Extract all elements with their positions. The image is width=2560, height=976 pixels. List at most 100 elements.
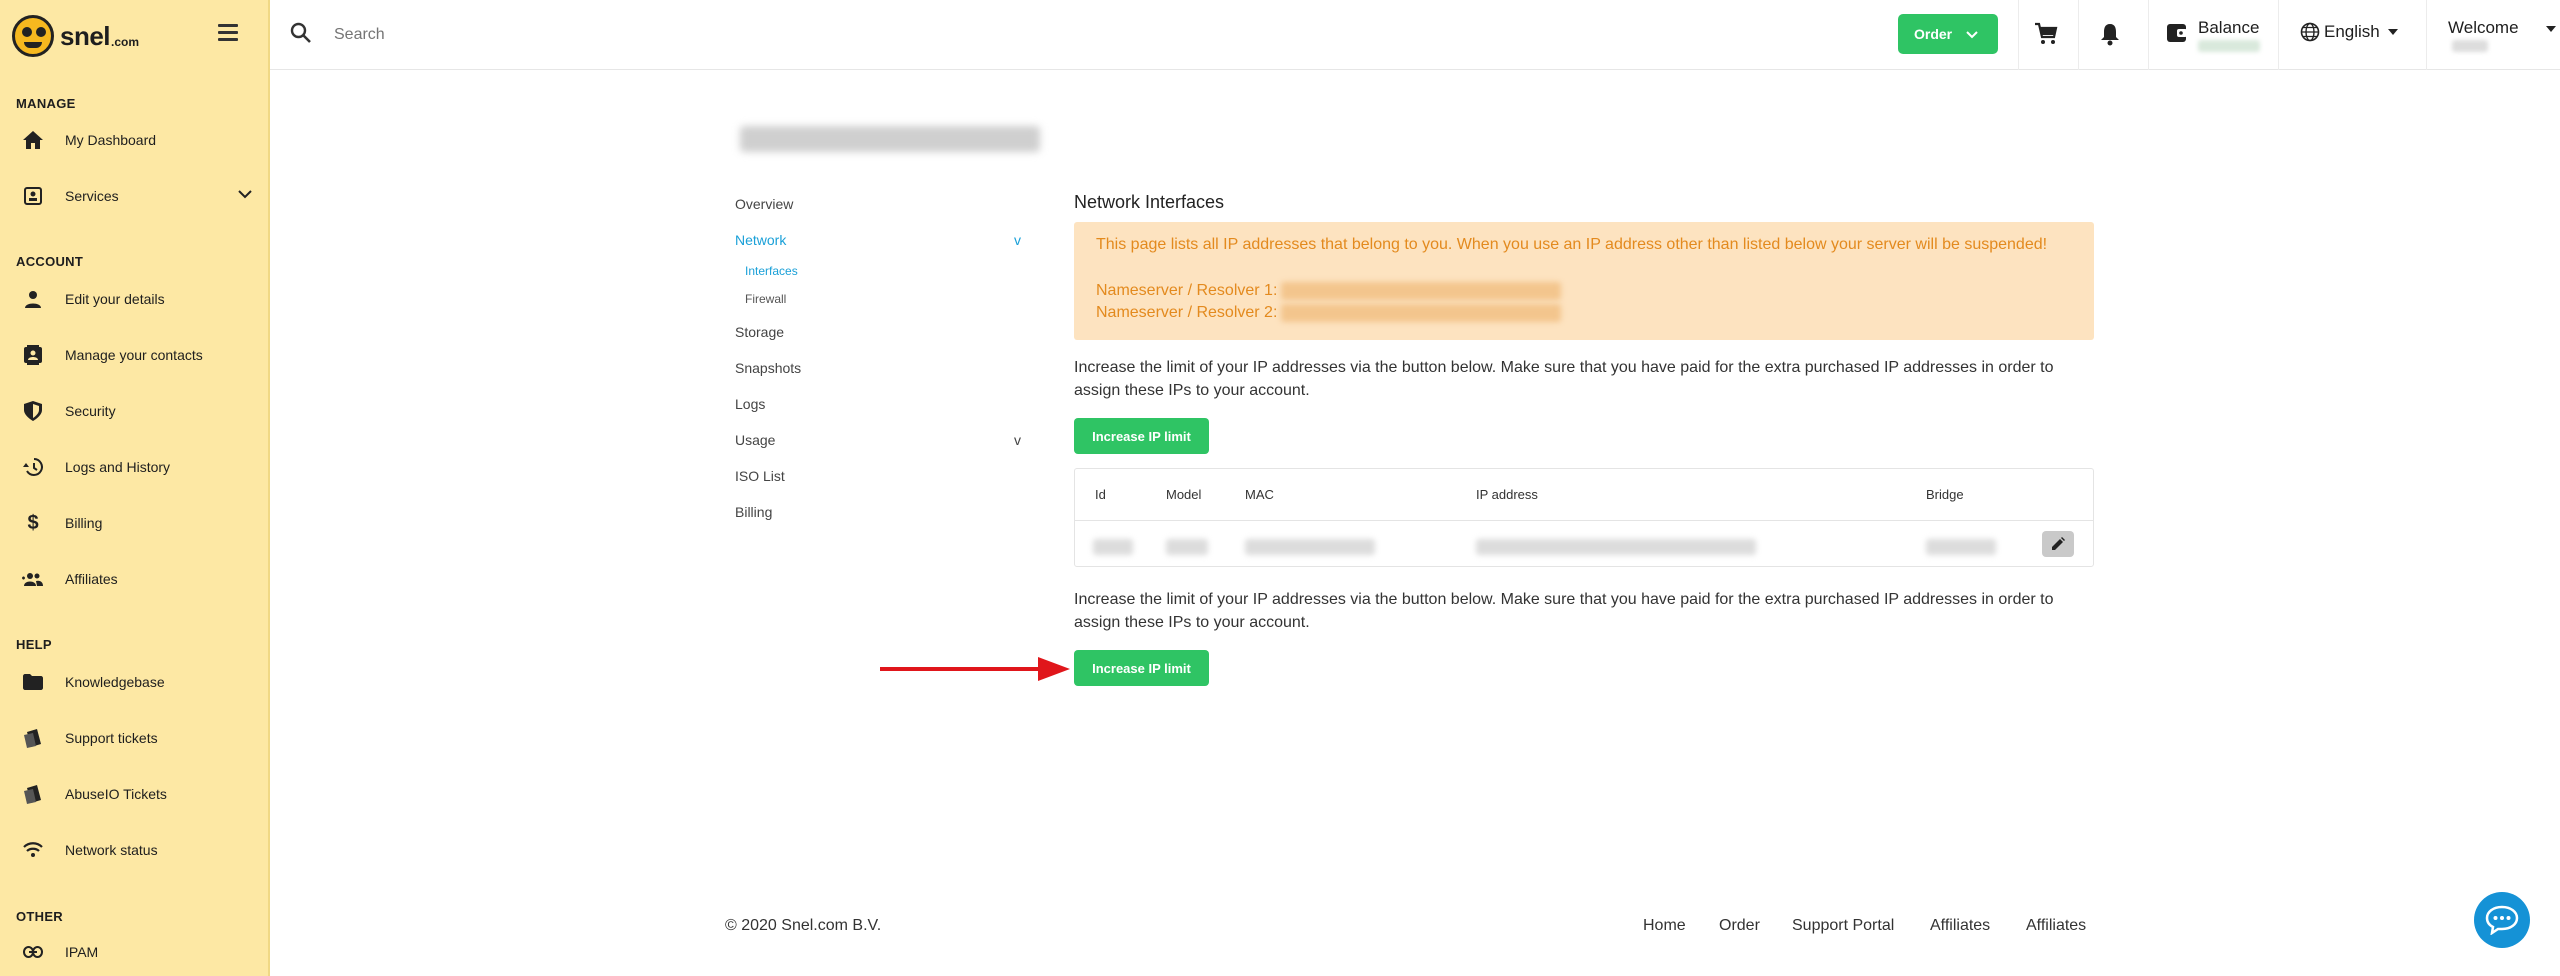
caret-down-icon — [2387, 29, 2398, 35]
interfaces-table: Id Model MAC IP address Bridge — [1074, 468, 2094, 567]
sidebar-item-services[interactable]: Services — [22, 182, 252, 210]
brand-logo[interactable]: snel .com — [12, 14, 139, 58]
sidebar-item-label: Network status — [65, 842, 158, 858]
chat-button[interactable] — [2474, 892, 2530, 948]
pencil-icon — [2051, 537, 2065, 551]
footer-link-affiliates[interactable]: Affiliates — [1930, 917, 1990, 935]
chat-icon — [2485, 905, 2519, 935]
section-other: OTHER — [16, 909, 63, 924]
balance-label[interactable]: Balance — [2198, 18, 2259, 38]
sidebar-item-label: My Dashboard — [65, 132, 157, 148]
subnav-overview[interactable]: Overview — [735, 196, 793, 212]
table-header: Id Model MAC IP address Bridge — [1075, 469, 2093, 521]
footer-link-order[interactable]: Order — [1719, 917, 1760, 935]
brand-name: snel — [60, 20, 111, 51]
nameserver-1-value-redacted — [1281, 282, 1562, 300]
alert-text: This page lists all IP addresses that be… — [1096, 236, 2048, 253]
order-button-label: Order — [1914, 26, 1953, 42]
column-header-mac: MAC — [1245, 487, 1274, 502]
column-header-model: Model — [1166, 487, 1202, 502]
dollar-icon: $ — [27, 511, 39, 534]
subnav-storage[interactable]: Storage — [735, 324, 784, 340]
link-icon — [22, 941, 44, 963]
subnav-billing[interactable]: Billing — [735, 504, 772, 520]
sidebar-item-network-status[interactable]: Network status — [22, 836, 252, 864]
caret-down-icon[interactable] — [2546, 26, 2556, 32]
divider — [2018, 0, 2019, 70]
subnav-network[interactable]: Network — [735, 232, 786, 248]
sidebar-item-label: Edit your details — [65, 291, 165, 307]
sidebar-item-label: Services — [65, 188, 119, 204]
order-button[interactable]: Order — [1898, 14, 1998, 54]
chevron-down-icon[interactable]: v — [1014, 432, 1021, 448]
nameserver-2-value-redacted — [1281, 304, 1562, 322]
sidebar: snel .com MANAGE My Dashboard Services A… — [0, 0, 270, 976]
tickets-icon — [22, 727, 44, 749]
sidebar-item-contacts[interactable]: Manage your contacts — [22, 341, 252, 369]
cell-bridge-redacted — [1926, 539, 1996, 555]
menu-toggle-icon[interactable] — [218, 24, 238, 41]
subnav-usage[interactable]: Usage — [735, 432, 775, 448]
subnav-snapshots[interactable]: Snapshots — [735, 360, 801, 376]
subnav-firewall[interactable]: Firewall — [745, 292, 786, 306]
chevron-down-icon[interactable]: v — [1014, 232, 1021, 248]
nameserver-2-label: Nameserver / Resolver 2: — [1096, 304, 1278, 321]
wallet-icon[interactable] — [2166, 22, 2188, 49]
sidebar-item-ipam[interactable]: IPAM — [22, 938, 252, 966]
folder-icon — [22, 671, 44, 693]
search-input[interactable] — [334, 20, 934, 50]
sidebar-item-dashboard[interactable]: My Dashboard — [22, 126, 252, 154]
column-header-ip: IP address — [1476, 487, 1538, 502]
divider — [2078, 0, 2079, 70]
section-manage: MANAGE — [16, 96, 76, 111]
welcome-label[interactable]: Welcome — [2448, 18, 2519, 38]
bell-icon[interactable] — [2100, 22, 2120, 51]
globe-icon — [2300, 22, 2320, 42]
column-header-bridge: Bridge — [1926, 487, 1964, 502]
subnav-iso-list[interactable]: ISO List — [735, 468, 785, 484]
language-selector[interactable]: English — [2300, 22, 2398, 42]
username-redacted — [2452, 40, 2488, 52]
sidebar-item-security[interactable]: Security — [22, 397, 252, 425]
increase-ip-limit-button-bottom[interactable]: Increase IP limit — [1074, 650, 1209, 686]
sidebar-item-edit-details[interactable]: Edit your details — [22, 285, 252, 313]
sidebar-item-label: Security — [65, 403, 116, 419]
history-icon — [22, 456, 44, 478]
cell-mac-redacted — [1245, 539, 1375, 555]
sidebar-item-label: Manage your contacts — [65, 347, 203, 363]
nameserver-1: Nameserver / Resolver 1: — [1096, 282, 1562, 300]
sidebar-item-abuseio-tickets[interactable]: AbuseIO Tickets — [22, 780, 252, 808]
sidebar-item-label: IPAM — [65, 944, 99, 960]
column-header-id: Id — [1095, 487, 1106, 502]
sidebar-item-label: Billing — [65, 515, 103, 531]
cell-id-redacted — [1093, 539, 1133, 555]
subnav-logs[interactable]: Logs — [735, 396, 765, 412]
top-bar: Order Balance English Welcome — [270, 0, 2560, 70]
cell-model-redacted — [1166, 539, 1208, 555]
sidebar-item-billing[interactable]: $ Billing — [22, 509, 252, 537]
footer-link-home[interactable]: Home — [1643, 917, 1686, 935]
divider — [2278, 0, 2279, 70]
sidebar-item-label: Knowledgebase — [65, 674, 165, 690]
sidebar-item-knowledgebase[interactable]: Knowledgebase — [22, 668, 252, 696]
chevron-down-icon — [1966, 26, 1978, 42]
footer-link-support-portal[interactable]: Support Portal — [1792, 917, 1894, 935]
info-text: Increase the limit of your IP addresses … — [1074, 359, 2054, 399]
search-icon[interactable] — [290, 22, 312, 49]
balance-value-redacted — [2198, 40, 2260, 52]
sidebar-item-label: Logs and History — [65, 459, 171, 475]
divider — [2148, 0, 2149, 70]
sidebar-item-logs-history[interactable]: Logs and History — [22, 453, 252, 481]
subnav-interfaces[interactable]: Interfaces — [745, 264, 798, 278]
info-text-bottom: Increase the limit of your IP addresses … — [1074, 591, 2054, 631]
chevron-down-icon[interactable] — [238, 186, 252, 202]
edit-button[interactable] — [2042, 531, 2074, 557]
sidebar-item-affiliates[interactable]: Affiliates — [22, 565, 252, 593]
section-account: ACCOUNT — [16, 254, 84, 269]
sidebar-item-support-tickets[interactable]: Support tickets — [22, 724, 252, 752]
footer-link-affiliates-2[interactable]: Affiliates — [2026, 917, 2086, 935]
tickets-icon — [22, 783, 44, 805]
increase-ip-limit-button[interactable]: Increase IP limit — [1074, 418, 1209, 454]
cart-icon[interactable] — [2034, 22, 2058, 51]
contacts-icon — [22, 344, 44, 366]
